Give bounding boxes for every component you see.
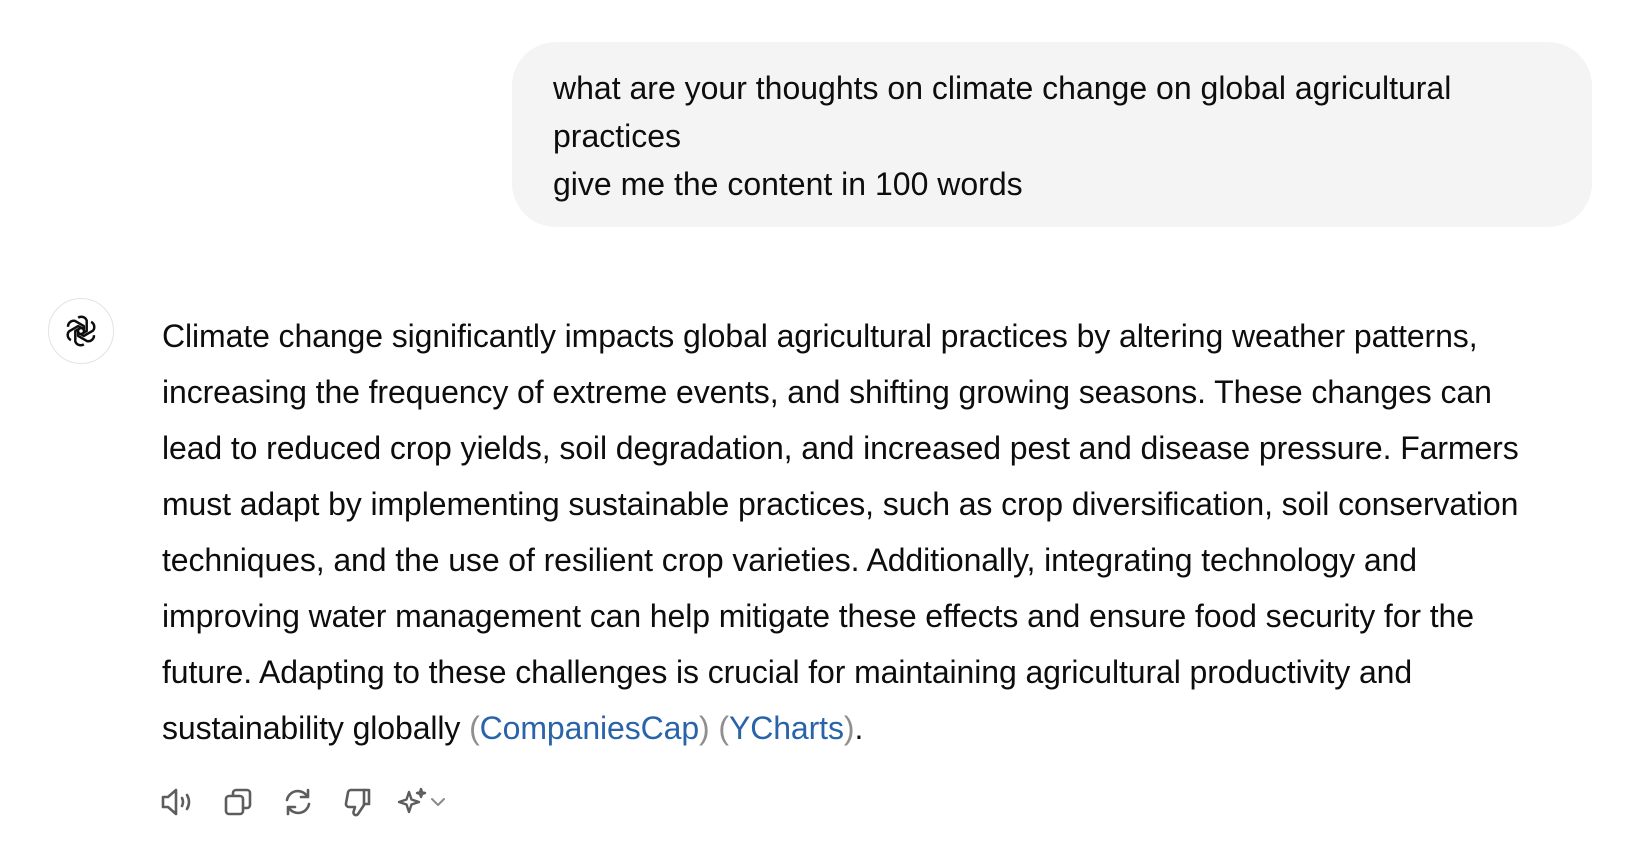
assistant-message: Climate change significantly impacts glo… [162, 308, 1582, 756]
assistant-message-line: techniques, and the use of resilient cro… [162, 542, 1417, 578]
assistant-message-line: Climate change significantly impacts glo… [162, 318, 1478, 354]
copy-icon [224, 788, 252, 816]
openai-logo-icon [66, 315, 96, 347]
assistant-avatar [48, 298, 114, 364]
assistant-message-line: future. Adapting to these challenges is … [162, 654, 1413, 690]
change-model-button[interactable] [396, 782, 448, 822]
assistant-message-line: must adapt by implementing sustainable p… [162, 486, 1519, 522]
user-message-bubble: what are your thoughts on climate change… [512, 42, 1592, 227]
chevron-down-icon [431, 798, 445, 806]
citation-paren-open: ( [469, 710, 480, 746]
citation-paren-close: ) [843, 710, 855, 746]
regenerate-icon [285, 788, 311, 816]
copy-button[interactable] [216, 782, 260, 822]
citation-link-ycharts[interactable]: YCharts [729, 710, 844, 746]
citation-paren-close: ) [699, 710, 710, 746]
assistant-message-line: lead to reduced crop yields, soil degrad… [162, 430, 1519, 466]
citation-link-companiescap[interactable]: CompaniesCap [480, 710, 699, 746]
thumbs-down-button[interactable] [336, 782, 380, 822]
assistant-message-line: improving water management can help miti… [162, 598, 1474, 634]
user-message-line: practices [553, 118, 682, 154]
last-line-text: sustainability globally [162, 710, 470, 746]
chat-page: what are your thoughts on climate change… [0, 0, 1634, 852]
assistant-message-line: increasing the frequency of extreme even… [162, 374, 1492, 410]
citation-paren-open: ( [718, 710, 729, 746]
user-message-line: give me the content in 100 words [553, 166, 1023, 202]
assistant-message-last-line: sustainability globally (CompaniesCap) (… [162, 700, 1582, 756]
read-aloud-icon [161, 788, 191, 816]
sparkle-icon [397, 787, 427, 814]
user-message-line: what are your thoughts on climate change… [553, 70, 1452, 106]
read-aloud-button[interactable] [156, 782, 200, 822]
thumbs-down-icon [344, 788, 371, 817]
end-punctuation: . [854, 710, 864, 746]
message-action-bar [156, 782, 448, 822]
regenerate-button[interactable] [276, 782, 320, 822]
